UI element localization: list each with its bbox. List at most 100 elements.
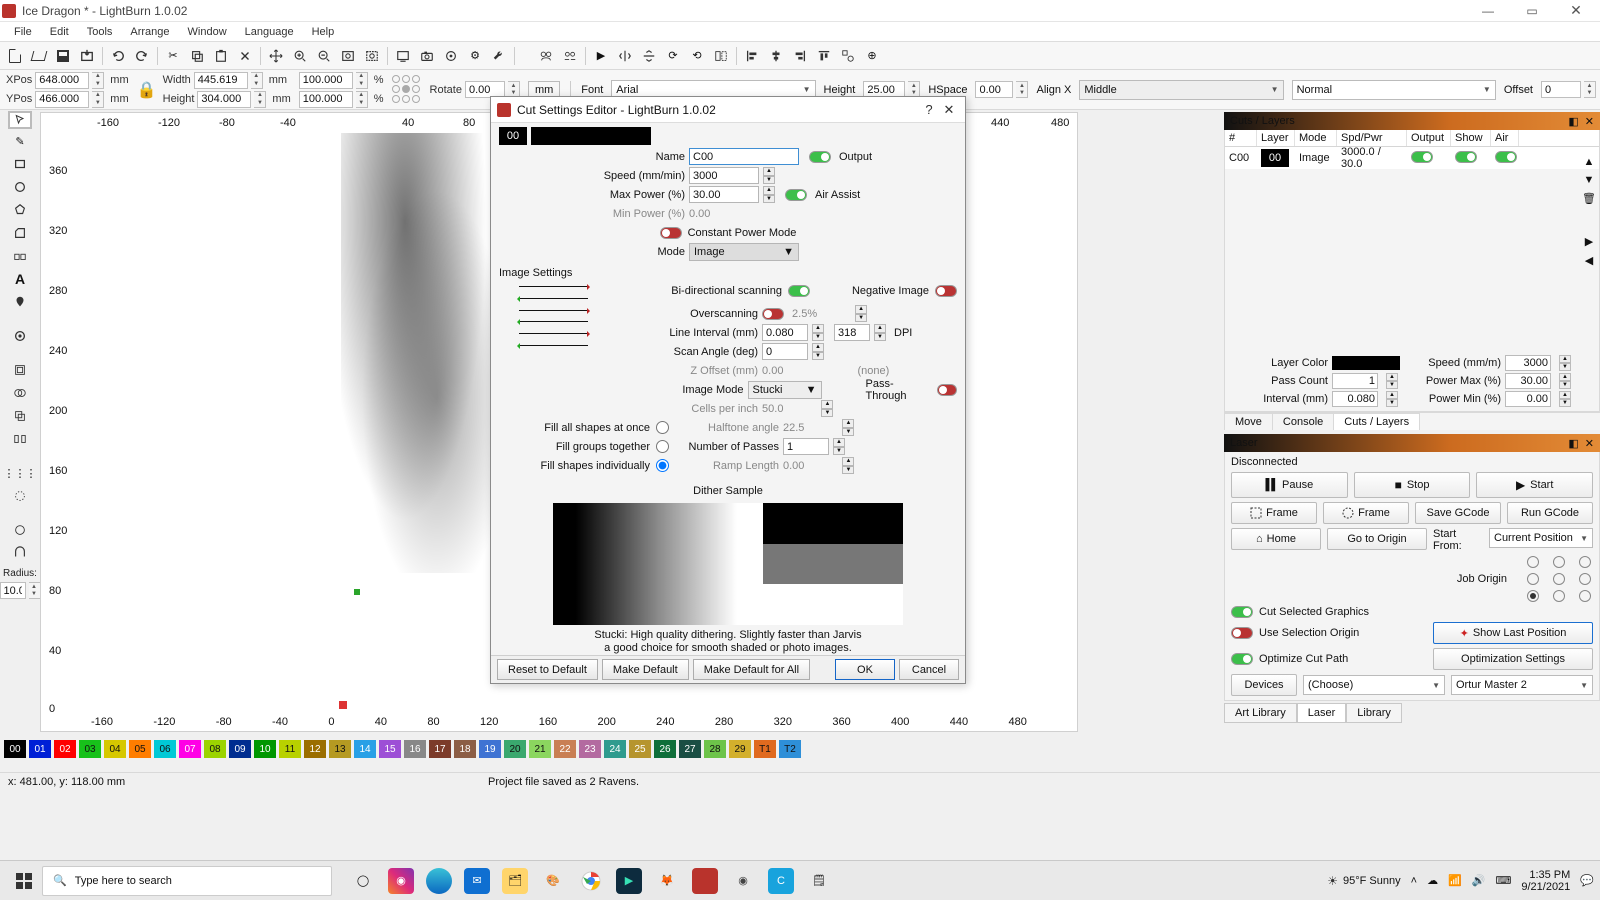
air-assist-toggle[interactable] [785, 189, 807, 201]
cortana-icon[interactable]: ◯ [350, 868, 376, 894]
use-sel-origin-toggle[interactable] [1231, 627, 1253, 639]
taskbar-search[interactable]: 🔍Type here to search [42, 866, 332, 896]
shapes-icon[interactable] [837, 45, 859, 67]
palette-01[interactable]: 01 [29, 740, 51, 758]
maximize-button[interactable]: ▭ [1510, 1, 1554, 21]
ok-button[interactable]: OK [835, 659, 895, 680]
filmora-icon[interactable]: ▶ [616, 868, 642, 894]
palette-14[interactable]: 14 [354, 740, 376, 758]
step-right-icon[interactable]: ▶ [1585, 235, 1593, 248]
passcount-input[interactable] [1332, 373, 1378, 389]
start-button[interactable]: ▶Start [1476, 472, 1593, 498]
delete-layer-icon[interactable]: 🗑 [1582, 192, 1596, 205]
tab-cuts-layers[interactable]: Cuts / Layers [1333, 413, 1420, 430]
measure-icon[interactable] [9, 520, 31, 540]
onedrive-icon[interactable]: ☁ [1427, 874, 1438, 887]
dialog-layer-swatch[interactable]: 00 [499, 127, 527, 145]
settings-a-icon[interactable] [440, 45, 462, 67]
cut-selected-toggle[interactable] [1231, 606, 1253, 618]
draw-tool-icon[interactable]: ✎ [9, 131, 31, 151]
home-button[interactable]: ⌂Home [1231, 528, 1321, 550]
palette-18[interactable]: 18 [454, 740, 476, 758]
import-icon[interactable] [76, 45, 98, 67]
array-icon[interactable] [9, 429, 31, 449]
palette-10[interactable]: 10 [254, 740, 276, 758]
wifi-icon[interactable]: 📶 [1448, 874, 1462, 887]
flip-h-icon[interactable] [614, 45, 636, 67]
palette-04[interactable]: 04 [104, 740, 126, 758]
wrench-icon[interactable] [488, 45, 510, 67]
palette-23[interactable]: 23 [579, 740, 601, 758]
weld-icon[interactable] [9, 383, 31, 403]
notifications-icon[interactable]: 💬 [1580, 874, 1594, 887]
optimize-path-toggle[interactable] [1231, 653, 1253, 665]
delete-icon[interactable] [234, 45, 256, 67]
width-input[interactable] [194, 72, 248, 89]
layer-row-c00[interactable]: C00 00 Image 3000.0 / 30.0 [1225, 147, 1599, 169]
panel-close-icon[interactable]: ✕ [1585, 115, 1594, 128]
align-left-icon[interactable] [741, 45, 763, 67]
palette-25[interactable]: 25 [629, 740, 651, 758]
laser-pop-icon[interactable]: ◧ [1568, 437, 1578, 450]
marker-tool-icon[interactable] [9, 292, 31, 312]
palette-15[interactable]: 15 [379, 740, 401, 758]
step-left-icon[interactable]: ◀ [1585, 254, 1593, 267]
xpos-input[interactable] [35, 72, 89, 89]
fill-all-radio[interactable] [656, 421, 669, 434]
palette-00[interactable]: 00 [4, 740, 26, 758]
palette-11[interactable]: 11 [279, 740, 301, 758]
palette-06[interactable]: 06 [154, 740, 176, 758]
lightburn-app-icon[interactable] [692, 868, 718, 894]
overscan-toggle[interactable] [762, 308, 784, 320]
palette-07[interactable]: 07 [179, 740, 201, 758]
show-last-pos-button[interactable]: ✦Show Last Position [1433, 622, 1593, 644]
go-origin-button[interactable]: Go to Origin [1327, 528, 1427, 550]
redo-icon[interactable] [131, 45, 153, 67]
ypos-spin[interactable]: ▲▼ [92, 91, 104, 108]
copy-icon[interactable] [186, 45, 208, 67]
align-center-icon[interactable] [765, 45, 787, 67]
frame-circ-button[interactable]: Frame [1323, 502, 1409, 524]
palette-13[interactable]: 13 [329, 740, 351, 758]
pause-button[interactable]: ▌▌Pause [1231, 472, 1348, 498]
obs-icon[interactable]: ◉ [730, 868, 756, 894]
text-tool-icon[interactable]: A [9, 269, 31, 289]
align-top-icon[interactable] [813, 45, 835, 67]
pmin-input[interactable] [1505, 391, 1551, 407]
save-icon[interactable] [52, 45, 74, 67]
mode-select[interactable]: Image▼ [689, 243, 799, 261]
zoom-in-icon[interactable] [289, 45, 311, 67]
mirror-icon[interactable] [710, 45, 732, 67]
pan-icon[interactable] [265, 45, 287, 67]
frame-rect-button[interactable]: Frame [1231, 502, 1317, 524]
palette-05[interactable]: 05 [129, 740, 151, 758]
move-down-icon[interactable]: ▼ [1584, 174, 1595, 186]
optimization-settings-button[interactable]: Optimization Settings [1433, 648, 1593, 670]
tabs-tool-icon[interactable] [9, 246, 31, 266]
alignx-select[interactable]: Middle▼ [1079, 80, 1283, 100]
edit-nodes-icon[interactable] [9, 326, 31, 346]
fill-individual-radio[interactable] [656, 459, 669, 472]
grid-array-icon[interactable]: ⋮⋮⋮ [9, 463, 31, 483]
bevel-tool-icon[interactable] [9, 223, 31, 243]
tab-laser[interactable]: Laser [1297, 703, 1347, 723]
language-icon[interactable]: ⌨ [1495, 874, 1511, 887]
font-style-select[interactable]: Normal▼ [1292, 80, 1496, 100]
ungroup-icon[interactable] [559, 45, 581, 67]
anchor-grid[interactable] [392, 75, 422, 105]
ypos-input[interactable] [35, 91, 89, 108]
paste-icon[interactable] [210, 45, 232, 67]
air-toggle[interactable] [1495, 151, 1517, 163]
num-passes-input[interactable] [783, 438, 829, 455]
rect-tool-icon[interactable] [9, 154, 31, 174]
palette-16[interactable]: 16 [404, 740, 426, 758]
palette-02[interactable]: 02 [54, 740, 76, 758]
save-gcode-button[interactable]: Save GCode [1415, 502, 1501, 524]
pcth-input[interactable] [299, 91, 353, 108]
preview-icon[interactable] [392, 45, 414, 67]
menu-help[interactable]: Help [304, 24, 343, 40]
zoom-selection-icon[interactable] [361, 45, 383, 67]
maxpower-input[interactable] [689, 186, 759, 203]
show-toggle[interactable] [1455, 151, 1477, 163]
paint-icon[interactable]: 🎨 [540, 868, 566, 894]
